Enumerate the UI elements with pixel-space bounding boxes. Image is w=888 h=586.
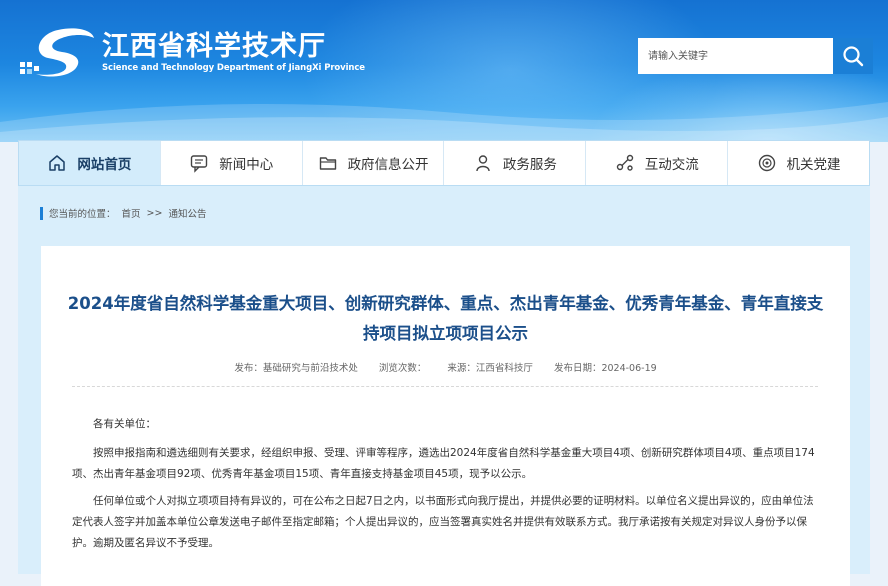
nav-item-label: 政府信息公开 bbox=[347, 157, 429, 173]
article-title: 2024年度省自然科学基金重大项目、创新研究群体、重点、杰出青年基金、优秀青年基… bbox=[67, 294, 824, 343]
article-meta: 发布：基础研究与前沿技术处 浏览次数： 来源：江西省科技厅 发布日期：2024-… bbox=[60, 360, 831, 374]
share-icon bbox=[616, 154, 633, 171]
nav-item-gov-info[interactable]: 政府信息公开 bbox=[303, 141, 445, 185]
breadcrumb: 您当前的位置： 首页 >> 通知公告 bbox=[40, 206, 206, 220]
nav-item-label: 网站首页 bbox=[77, 157, 132, 173]
search-input[interactable] bbox=[638, 38, 833, 74]
meta-source: 来源：江西省科技厅 bbox=[447, 363, 533, 374]
meta-views: 浏览次数： bbox=[378, 363, 427, 374]
main-nav: 网站首页 新闻中心 政府信息公开 政务服务 互动交流 机关党建 bbox=[18, 140, 870, 186]
breadcrumb-marker bbox=[40, 206, 43, 220]
search-box bbox=[638, 38, 873, 74]
header-banner: 江西省科学技术厅 Science and Technology Departme… bbox=[0, 0, 888, 142]
search-button[interactable] bbox=[833, 38, 873, 74]
nav-item-news[interactable]: 新闻中心 bbox=[161, 141, 303, 185]
breadcrumb-current-link[interactable]: 通知公告 bbox=[168, 206, 206, 220]
breadcrumb-home-link[interactable]: 首页 bbox=[122, 206, 141, 220]
nav-item-label: 机关党建 bbox=[786, 157, 841, 173]
meta-publisher: 发布：基础研究与前沿技术处 bbox=[234, 363, 358, 374]
nav-item-services[interactable]: 政务服务 bbox=[444, 141, 587, 185]
nav-item-label: 互动交流 bbox=[644, 157, 699, 173]
breadcrumb-prefix: 您当前的位置： bbox=[49, 209, 116, 220]
folder-icon bbox=[319, 157, 336, 170]
article-body: 各有关单位： 按照申报指南和遴选细则有关要求，经组织申报、受理、评审等程序，遴选… bbox=[72, 414, 818, 560]
banner-wave bbox=[0, 102, 888, 142]
nav-item-label: 政务服务 bbox=[502, 157, 557, 173]
breadcrumb-separator: >> bbox=[146, 207, 163, 219]
home-icon bbox=[49, 155, 66, 171]
divider bbox=[72, 386, 818, 387]
badge-icon bbox=[758, 154, 775, 172]
nav-item-label: 新闻中心 bbox=[219, 157, 274, 173]
person-icon bbox=[476, 155, 490, 172]
site-subtitle: Science and Technology Department of Jia… bbox=[102, 63, 365, 73]
jiangxi-science-logo-icon[interactable] bbox=[18, 22, 98, 80]
chat-icon bbox=[191, 155, 208, 173]
article-greeting: 各有关单位： bbox=[93, 418, 156, 430]
article-paragraph: 按照申报指南和遴选细则有关要求，经组织申报、受理、评审等程序，遴选出2024年度… bbox=[72, 447, 815, 480]
search-icon bbox=[843, 46, 864, 67]
site-title[interactable]: 江西省科学技术厅 bbox=[102, 24, 326, 63]
nav-item-home[interactable]: 网站首页 bbox=[19, 141, 161, 185]
nav-item-interaction[interactable]: 互动交流 bbox=[586, 141, 729, 185]
article-paragraph: 任何单位或个人对拟立项项目持有异议的，可在公布之日起7日之内，以书面形式向我厅提… bbox=[72, 495, 814, 549]
meta-date: 发布日期：2024-06-19 bbox=[553, 363, 657, 374]
nav-item-party[interactable]: 机关党建 bbox=[728, 141, 869, 185]
